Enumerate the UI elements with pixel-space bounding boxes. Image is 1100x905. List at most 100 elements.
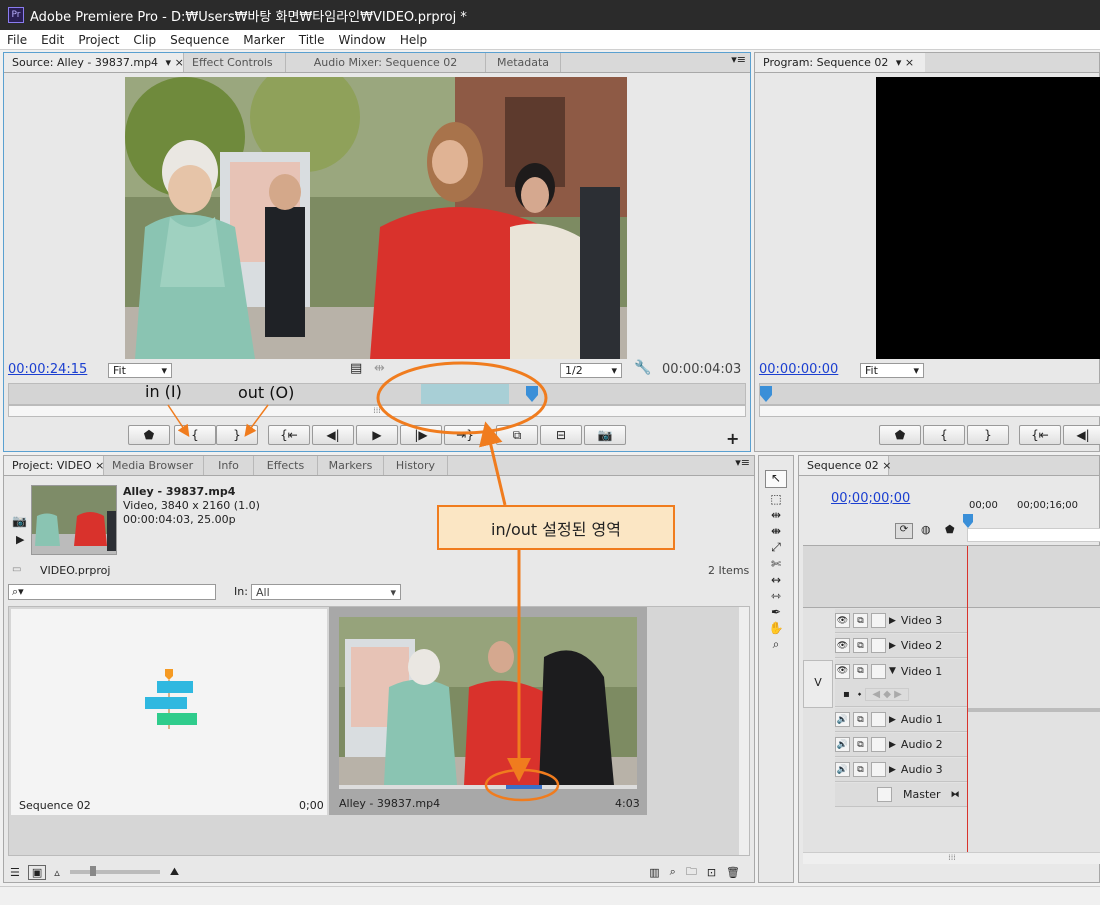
- thumbnail-size-slider[interactable]: [69, 866, 160, 876]
- toggle-track-output-icon[interactable]: 👁: [835, 663, 850, 679]
- razor-tool-icon[interactable]: ✄: [765, 557, 787, 571]
- set-encore-marker-icon[interactable]: ◍: [921, 523, 931, 536]
- menu-sequence[interactable]: Sequence: [163, 33, 236, 47]
- new-bin-icon[interactable]: 🗀: [686, 863, 697, 882]
- go-to-out-button[interactable]: ⇥}: [444, 425, 486, 445]
- go-to-in-button[interactable]: {⇤: [268, 425, 310, 445]
- track-lock-icon[interactable]: [877, 787, 892, 802]
- tab-audio-mixer[interactable]: Audio Mixer: Sequence 02: [286, 53, 486, 72]
- clip-preview-thumbnail[interactable]: [31, 485, 117, 555]
- tab-program[interactable]: Program: Sequence 02 ▾ ×: [755, 53, 925, 72]
- track-video-1[interactable]: 👁 ⧉ ▼ Video 1 ▪ ⬩ ◀ ◆ ▶: [835, 659, 967, 707]
- track-audio-3[interactable]: 🔊 ⧉ ▶ Audio 3: [835, 758, 967, 782]
- play-button[interactable]: ▶: [356, 425, 398, 445]
- source-fit-dropdown[interactable]: Fit ▾: [108, 363, 172, 378]
- list-view-icon[interactable]: ☰: [10, 866, 20, 879]
- keyframe-icon[interactable]: ⬩: [858, 689, 862, 700]
- sequence-item[interactable]: Sequence 02 0;00: [11, 609, 327, 815]
- zoom-tool-icon[interactable]: ⌕: [765, 637, 787, 652]
- track-audio-1[interactable]: 🔊 ⧉ ▶ Audio 1: [835, 708, 967, 732]
- menu-file[interactable]: File: [0, 33, 34, 47]
- snap-icon[interactable]: ⟳: [895, 523, 913, 539]
- track-video-2[interactable]: 👁 ⧉ ▶ Video 2: [835, 634, 967, 658]
- slide-tool-icon[interactable]: ⇿: [765, 589, 787, 603]
- button-editor-plus-icon[interactable]: +: [726, 429, 739, 448]
- program-step-back-button[interactable]: ◀|: [1063, 425, 1100, 445]
- sync-lock-icon[interactable]: ⧉: [853, 762, 868, 777]
- tab-media-browser[interactable]: Media Browser: [104, 456, 204, 475]
- program-mark-in-button[interactable]: {: [923, 425, 965, 445]
- timeline-ruler[interactable]: 00;00 00;00;16;00: [967, 498, 1100, 544]
- menu-marker[interactable]: Marker: [236, 33, 291, 47]
- program-playhead[interactable]: [760, 386, 772, 402]
- tab-effects[interactable]: Effects: [254, 456, 318, 475]
- tab-metadata[interactable]: Metadata: [486, 53, 561, 72]
- zoom-out-icon[interactable]: ▵: [54, 866, 60, 879]
- rate-stretch-tool-icon[interactable]: ⤢: [765, 540, 787, 555]
- timeline-current-timecode[interactable]: 00;00;00;00: [831, 491, 910, 506]
- menu-title[interactable]: Title: [292, 33, 332, 47]
- program-zoom-scrollbar[interactable]: [759, 405, 1100, 417]
- filmstrip-icon[interactable]: ▤: [350, 361, 362, 376]
- source-zoom-scrollbar[interactable]: ⁞⁞⁞: [8, 405, 746, 417]
- source-resolution-dropdown[interactable]: 1/2 ▾: [560, 363, 622, 378]
- sync-lock-icon[interactable]: ⧉: [853, 613, 868, 628]
- work-area-bar[interactable]: [967, 528, 1100, 542]
- track-video-3[interactable]: 👁 ⧉ ▶ Video 3: [835, 609, 967, 633]
- track-select-tool-icon[interactable]: ⬚: [765, 492, 787, 506]
- source-playhead[interactable]: [525, 386, 538, 402]
- toggle-track-output-icon[interactable]: 👁: [835, 613, 850, 628]
- tab-markers[interactable]: Markers: [318, 456, 384, 475]
- program-mark-out-button[interactable]: }: [967, 425, 1009, 445]
- timeline-horizontal-scrollbar[interactable]: ⁞⁞⁞: [803, 852, 1100, 864]
- program-time-ruler[interactable]: [759, 383, 1100, 405]
- panel-menu-icon[interactable]: ▾≡: [561, 53, 750, 72]
- find-icon[interactable]: ⌕: [670, 865, 676, 879]
- tab-info[interactable]: Info: [204, 456, 254, 475]
- in-out-range[interactable]: [421, 384, 510, 404]
- set-marker-icon[interactable]: ⬟: [945, 523, 955, 536]
- pen-tool-icon[interactable]: ✒: [765, 605, 787, 619]
- track-lock-icon[interactable]: [871, 712, 886, 727]
- track-lock-icon[interactable]: [871, 737, 886, 752]
- track-audio-2[interactable]: 🔊 ⧉ ▶ Audio 2: [835, 733, 967, 757]
- new-item-icon[interactable]: ⊡: [707, 866, 716, 879]
- waveform-icon[interactable]: ⇹: [374, 361, 385, 376]
- export-frame-button[interactable]: 📷: [584, 425, 626, 445]
- tab-project[interactable]: Project: VIDEO ×: [4, 456, 104, 475]
- display-style-icon[interactable]: ▪: [843, 689, 850, 700]
- sync-lock-icon[interactable]: ⧉: [853, 663, 868, 679]
- overwrite-button[interactable]: ⊟: [540, 425, 582, 445]
- program-current-timecode[interactable]: 00:00:00:00: [759, 362, 838, 377]
- ripple-edit-tool-icon[interactable]: ⇹: [765, 508, 787, 522]
- icon-view-icon[interactable]: ▣: [27, 864, 47, 880]
- tab-history[interactable]: History: [384, 456, 448, 475]
- insert-button[interactable]: ⧉: [496, 425, 538, 445]
- program-fit-dropdown[interactable]: Fit ▾: [860, 363, 924, 378]
- mark-in-button[interactable]: {: [174, 425, 216, 445]
- tab-effect-controls[interactable]: Effect Controls: [184, 53, 286, 72]
- tab-sequence[interactable]: Sequence 02 ×: [799, 456, 891, 475]
- menu-help[interactable]: Help: [393, 33, 434, 47]
- menu-window[interactable]: Window: [331, 33, 392, 47]
- tab-source[interactable]: Source: Alley - 39837.mp4 ▾ ×: [4, 53, 184, 72]
- program-add-marker-button[interactable]: ⬟: [879, 425, 921, 445]
- preview-play-icon[interactable]: ▶: [16, 533, 24, 546]
- step-back-button[interactable]: ◀|: [312, 425, 354, 445]
- menu-clip[interactable]: Clip: [126, 33, 163, 47]
- master-expand-icon[interactable]: ⧓: [951, 790, 960, 800]
- rolling-edit-tool-icon[interactable]: ⇼: [765, 524, 787, 538]
- source-current-timecode[interactable]: 00:00:24:15: [8, 362, 87, 377]
- zoom-in-icon[interactable]: ⛰: [170, 865, 179, 879]
- program-go-to-in-button[interactable]: {⇤: [1019, 425, 1061, 445]
- source-patch-v[interactable]: V: [803, 660, 833, 708]
- track-master[interactable]: Master ⧓: [835, 783, 967, 807]
- automate-to-sequence-icon[interactable]: ▥: [649, 866, 659, 879]
- wrench-icon[interactable]: 🔧: [634, 360, 651, 376]
- menu-edit[interactable]: Edit: [34, 33, 71, 47]
- selection-tool-icon[interactable]: ↖: [765, 470, 787, 488]
- step-forward-button[interactable]: |▶: [400, 425, 442, 445]
- keyframe-nav-icon[interactable]: ◀ ◆ ▶: [865, 687, 909, 701]
- toggle-track-output-icon[interactable]: 🔊: [835, 712, 850, 727]
- project-panel-menu-icon[interactable]: ▾≡: [448, 456, 754, 475]
